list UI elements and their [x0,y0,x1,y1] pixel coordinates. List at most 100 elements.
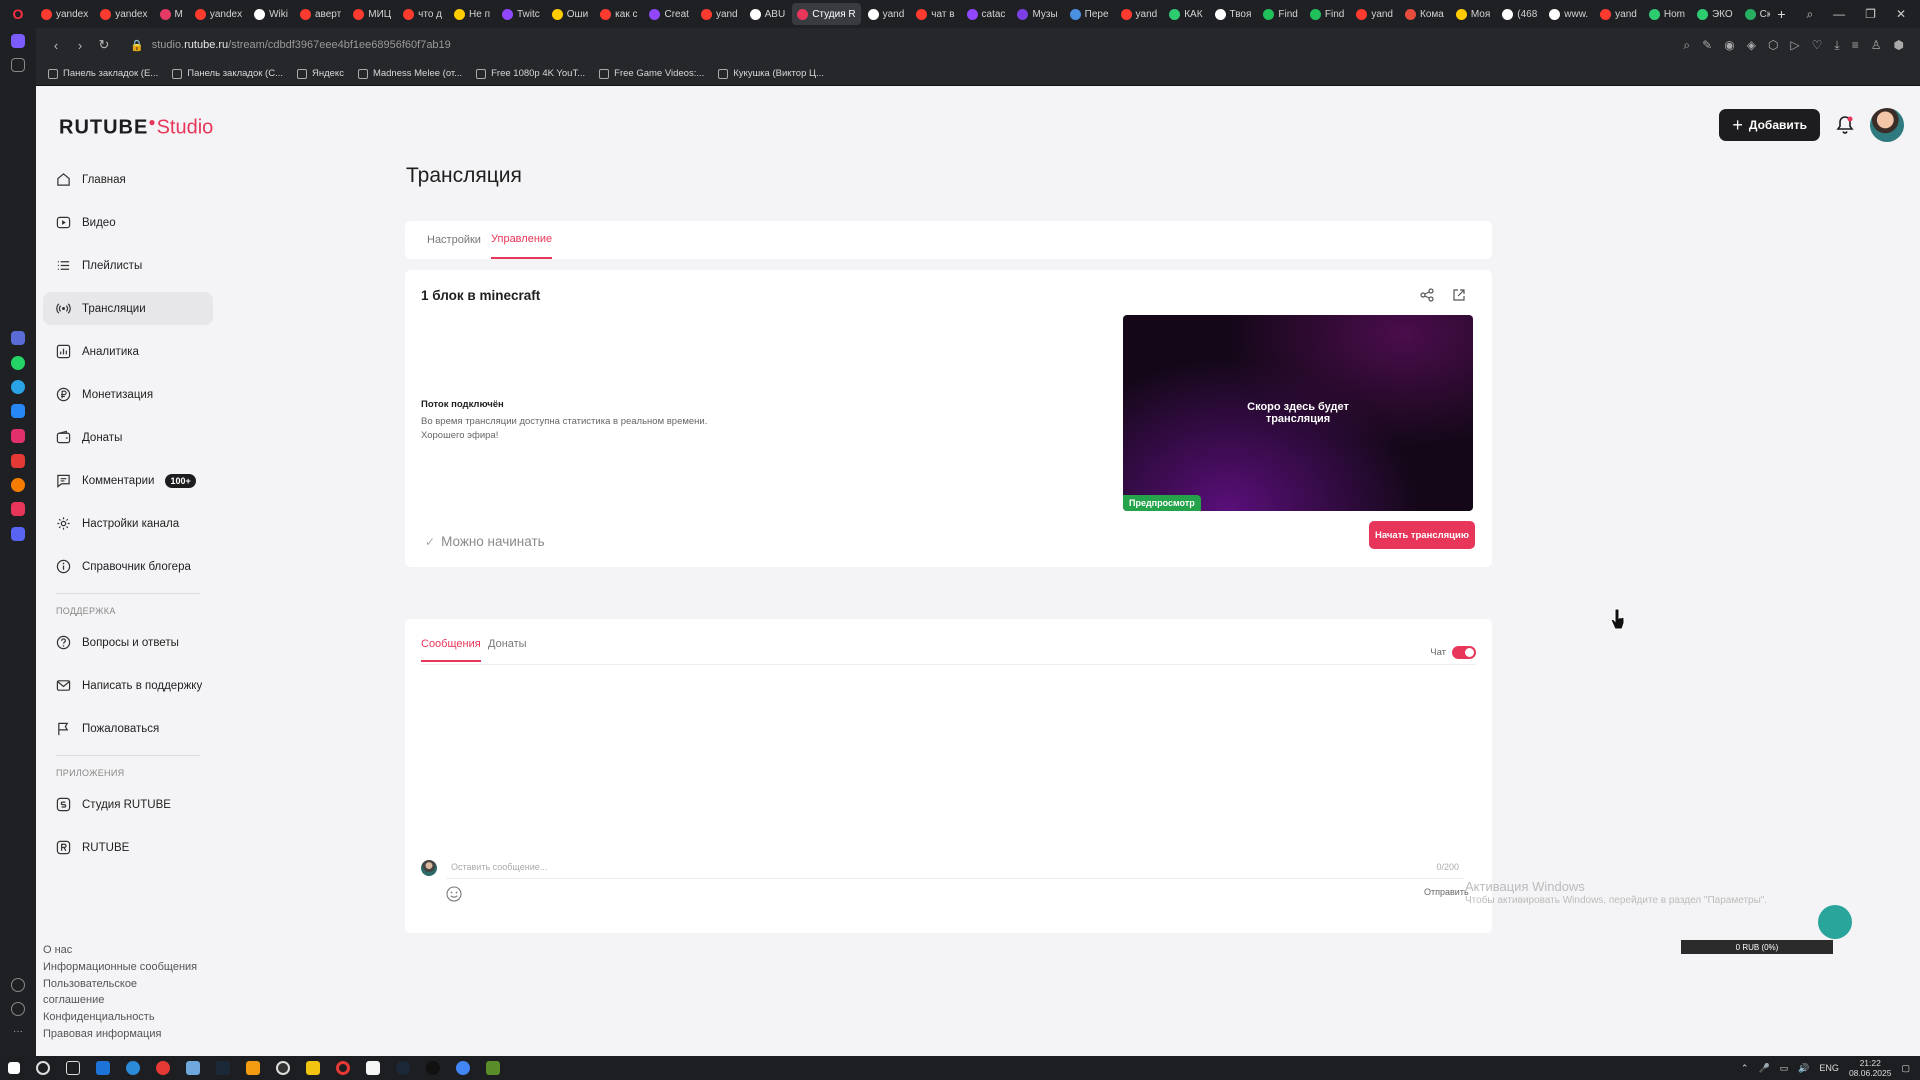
browser-tab[interactable]: МИЦ [348,3,396,25]
browser-tab[interactable]: Оши [547,3,593,25]
browser-tab[interactable]: (468 [1497,3,1542,25]
yandex-browser-icon[interactable] [156,1061,170,1075]
outlook-icon[interactable] [96,1061,110,1075]
browser-tab[interactable]: Кома [1400,3,1449,25]
steam-icon[interactable] [396,1061,410,1075]
share-icon[interactable] [1420,288,1434,302]
bookmark-item[interactable]: Яндекс [297,68,344,79]
opera-logo-icon[interactable]: O [0,0,36,28]
more-icon[interactable]: ··· [11,1026,25,1040]
footer-link[interactable]: О нас [43,942,243,958]
discord-icon[interactable] [11,527,25,541]
bookmark-item[interactable]: Кукушка (Виктор Ц... [718,68,824,79]
avatar[interactable] [1870,108,1904,142]
search-tabs-icon[interactable]: ⌕ [1806,7,1813,22]
home-speed-dial-icon[interactable] [11,34,25,48]
footer-link[interactable]: Правовая информация [43,1026,243,1042]
help-chat-icon[interactable] [1818,905,1852,939]
send-button[interactable]: Отправить [1424,887,1469,897]
vk-icon[interactable] [11,404,25,418]
profile-icon[interactable]: ♙ [1871,38,1882,53]
browser-tab[interactable]: Hom [1644,3,1690,25]
minimize-button[interactable]: — [1833,7,1845,22]
sidebar-item-video[interactable]: Видео [43,206,213,239]
edit-icon[interactable]: ✎ [1702,38,1712,53]
opera-icon[interactable] [336,1061,350,1075]
sidebar-item-blogger-guide[interactable]: Справочник блогера [43,550,213,583]
microphone-icon[interactable]: 🎤 [1758,1063,1769,1074]
new-tab-button[interactable]: + [1770,6,1792,22]
close-window-button[interactable]: ✕ [1896,7,1906,22]
browser-tab[interactable]: yand [1351,3,1398,25]
browser-tab[interactable]: Твоя [1210,3,1257,25]
browser-tab[interactable]: M [155,3,188,25]
browser-tab[interactable]: yand [1116,3,1163,25]
browser-tab[interactable]: Музы [1012,3,1062,25]
tab-settings[interactable]: Настройки [427,221,481,259]
history-icon[interactable] [11,1002,25,1016]
sidebar-item-comments[interactable]: Комментарии 100+ [43,464,213,497]
start-stream-button[interactable]: Начать трансляцию [1369,521,1475,549]
browser-tab[interactable]: Wiki [249,3,293,25]
sidebar-item-write-support[interactable]: Написать в поддержку [43,669,213,702]
browser-tab[interactable]: что д [398,3,447,25]
sidebar-item-monetization[interactable]: Монетизация [43,378,213,411]
chat-toggle[interactable] [1452,646,1476,659]
browser-tab[interactable]: Скач [1740,3,1770,25]
bookmark-item[interactable]: Free Game Videos:... [599,68,704,79]
menu-icon[interactable]: ≡ [1852,38,1859,53]
browser-tab[interactable]: Пере [1065,3,1114,25]
obs-icon[interactable] [426,1061,440,1075]
browser-tab[interactable]: Find [1305,3,1349,25]
edge-icon[interactable] [126,1061,140,1075]
message-input[interactable]: Оставить сообщение... 0/200 [446,857,1464,879]
open-external-icon[interactable] [1452,288,1466,302]
maximize-button[interactable]: ❐ [1865,7,1876,22]
media-player-icon[interactable] [276,1061,290,1075]
browser-tab[interactable]: Студия R [792,3,861,25]
extensions-icon[interactable]: ⬢ [1894,38,1904,53]
download-icon[interactable]: ⤓ [1834,38,1839,53]
task-view-icon[interactable] [66,1061,80,1075]
chevron-up-icon[interactable]: ⌃ [1741,1063,1749,1074]
browser-tab[interactable]: yand [863,3,910,25]
favorites-icon[interactable] [11,978,25,992]
sidebar-item-analytics[interactable]: Аналитика [43,335,213,368]
browser-tab[interactable]: yand [1595,3,1642,25]
start-icon[interactable] [8,1062,20,1074]
sidebar-item-faq[interactable]: Вопросы и ответы [43,626,213,659]
tab-donations[interactable]: Донаты [488,634,527,662]
footer-link[interactable]: Пользовательское соглашение [43,976,153,1008]
bookmark-item[interactable]: Панель закладок (С... [172,68,283,79]
sidebar-item-streams[interactable]: Трансляции [43,292,213,325]
whatsapp-icon[interactable] [11,356,25,370]
minecraft-icon[interactable] [486,1061,500,1075]
browser-tab[interactable]: ABU [745,3,791,25]
browser-tab[interactable]: Twitc [497,3,545,25]
browser-tab[interactable]: ЭКО [1692,3,1738,25]
clock[interactable]: 21:22 08.06.2025 [1849,1058,1892,1078]
play-icon[interactable]: ▷ [1790,38,1799,53]
footer-link[interactable]: Информационные сообщения [43,959,243,975]
notepad-icon[interactable] [366,1061,380,1075]
reload-icon[interactable]: ↻ [92,37,116,53]
sidebar-item-donations[interactable]: Донаты [43,421,213,454]
tab-management[interactable]: Управление [491,221,553,259]
footer-link[interactable]: Конфиденциальность [43,1009,243,1025]
file-explorer-icon[interactable] [306,1061,320,1075]
browser-tab[interactable]: www. [1544,3,1593,25]
browser-tab[interactable]: Моя [1451,3,1495,25]
browser-tab[interactable]: yand [696,3,743,25]
back-icon[interactable]: ‹ [44,38,68,53]
network-icon[interactable]: ▭ [1780,1063,1789,1074]
emoji-icon[interactable] [446,886,462,902]
browser-tab[interactable]: как с [595,3,642,25]
sidebar-item-home[interactable]: Главная [43,163,213,196]
sidebar-item-playlists[interactable]: Плейлисты [43,249,213,282]
volume-icon[interactable]: 🔊 [1798,1063,1809,1074]
add-button[interactable]: + Добавить [1719,109,1820,141]
app-icon[interactable] [186,1061,200,1075]
heart-icon[interactable]: ♡ [1812,38,1823,53]
pinboard-icon[interactable] [11,502,25,516]
app-icon[interactable] [246,1061,260,1075]
